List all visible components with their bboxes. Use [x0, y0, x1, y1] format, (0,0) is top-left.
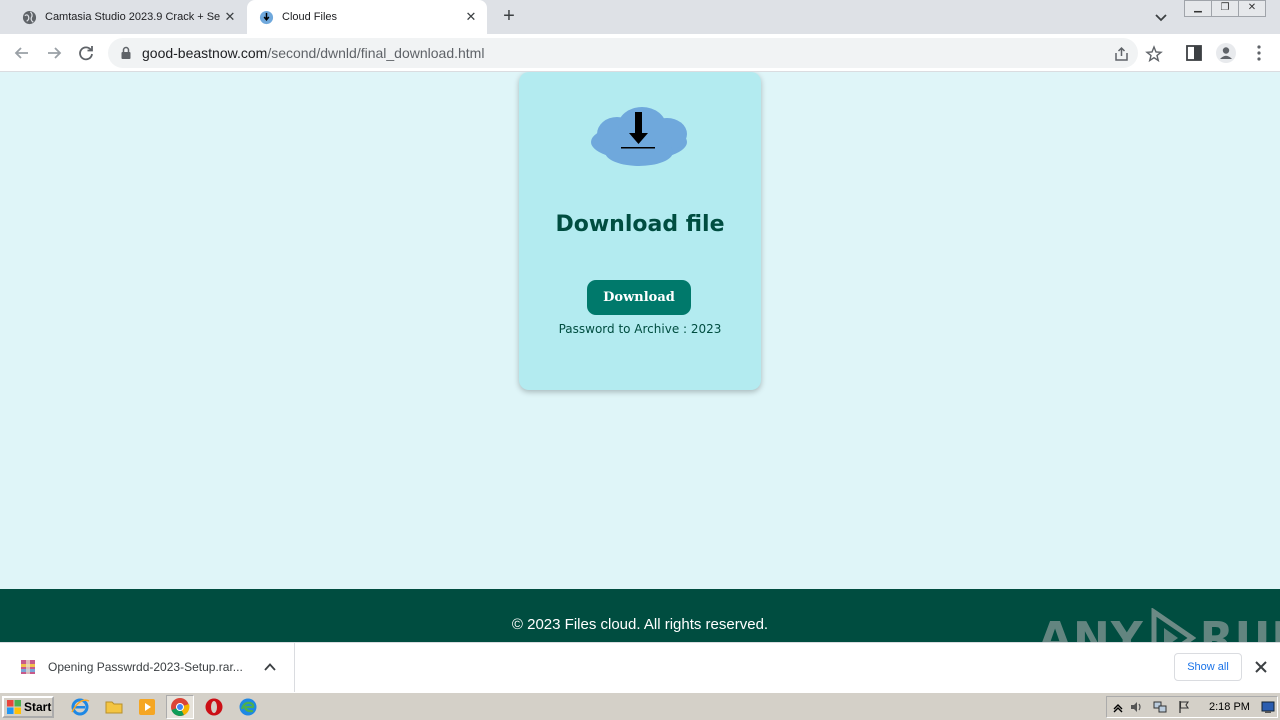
window-controls: ▁ ❐ ✕: [1184, 0, 1266, 17]
tab-camtasia[interactable]: Camtasia Studio 2023.9 Crack + Serial ✕: [8, 0, 246, 34]
download-item-label: Opening Passwrdd-2023-Setup.rar...: [48, 660, 243, 674]
tab-cloud-files[interactable]: Cloud Files ✕: [247, 0, 487, 34]
chrome-icon: [171, 698, 190, 716]
volume-icon[interactable]: [1129, 700, 1143, 714]
folder-icon[interactable]: [104, 697, 124, 717]
action-center-flag-icon[interactable]: [1177, 700, 1191, 714]
download-cloud-icon: [259, 10, 274, 24]
taskbar-clock[interactable]: 2:18 PM: [1209, 701, 1250, 713]
download-item[interactable]: Opening Passwrdd-2023-Setup.rar...: [0, 643, 295, 693]
globe-icon: [22, 10, 37, 24]
star-icon[interactable]: [1145, 45, 1163, 63]
download-shelf: Opening Passwrdd-2023-Setup.rar... Show …: [0, 642, 1280, 693]
show-desktop-icon[interactable]: [1261, 700, 1275, 714]
tab-title: Cloud Files: [282, 11, 338, 23]
minimize-icon[interactable]: ▁: [1184, 0, 1212, 17]
forward-arrow-icon[interactable]: [43, 42, 65, 64]
archive-file-icon: [21, 660, 35, 674]
back-arrow-icon[interactable]: [11, 42, 33, 64]
restore-icon[interactable]: ❐: [1211, 0, 1239, 17]
browser-toolbar: good-beastnow.com/second/dwnld/final_dow…: [0, 34, 1280, 72]
system-tray: 2:18 PM: [1106, 696, 1278, 718]
footer-copyright: © 2023 Files cloud. All rights reserved.: [511, 616, 769, 633]
share-icon[interactable]: [1113, 45, 1131, 63]
tab-title: Camtasia Studio 2023.9 Crack + Serial: [45, 11, 220, 23]
media-player-icon[interactable]: [137, 697, 157, 717]
start-button[interactable]: Start: [2, 696, 54, 718]
new-tab-icon[interactable]: +: [499, 6, 519, 26]
password-note: Password to Archive : 2023: [558, 322, 722, 336]
tab-strip: Camtasia Studio 2023.9 Crack + Serial ✕ …: [0, 0, 1280, 34]
cloud-download-icon: [591, 107, 687, 166]
chevron-down-icon[interactable]: [1152, 8, 1170, 26]
address-bar[interactable]: good-beastnow.com/second/dwnld/final_dow…: [108, 38, 1163, 68]
reload-icon[interactable]: [75, 42, 97, 64]
close-icon[interactable]: ✕: [463, 9, 479, 25]
download-card: Download file Download Password to Archi…: [519, 72, 761, 390]
internet-explorer-icon[interactable]: [70, 697, 90, 717]
windows-taskbar: Start 2:18 PM: [0, 692, 1280, 720]
windows-logo-icon: [7, 700, 21, 714]
profile-icon[interactable]: [1215, 42, 1237, 64]
side-panel-icon[interactable]: [1183, 42, 1205, 64]
card-title: Download file: [555, 212, 725, 237]
chevron-up-icon[interactable]: [263, 660, 277, 674]
page-footer: © 2023 Files cloud. All rights reserved.: [0, 589, 1280, 642]
window-close-icon[interactable]: ✕: [1238, 0, 1266, 17]
menu-dots-icon[interactable]: [1248, 42, 1270, 64]
url-text: good-beastnow.com/second/dwnld/final_dow…: [142, 45, 485, 61]
lock-icon[interactable]: [120, 46, 132, 60]
close-icon[interactable]: [1254, 660, 1268, 674]
network-icon[interactable]: [1153, 700, 1167, 714]
tray-expand-icon[interactable]: [1111, 700, 1125, 714]
start-label: Start: [24, 700, 52, 714]
opera-icon[interactable]: [204, 697, 224, 717]
close-icon[interactable]: ✕: [222, 9, 238, 25]
page-viewport: Download file Download Password to Archi…: [0, 72, 1280, 642]
edge-icon[interactable]: [238, 697, 258, 717]
download-button[interactable]: Download: [587, 280, 691, 315]
show-all-button[interactable]: Show all: [1174, 653, 1242, 681]
chrome-taskbar-button[interactable]: [166, 695, 194, 719]
